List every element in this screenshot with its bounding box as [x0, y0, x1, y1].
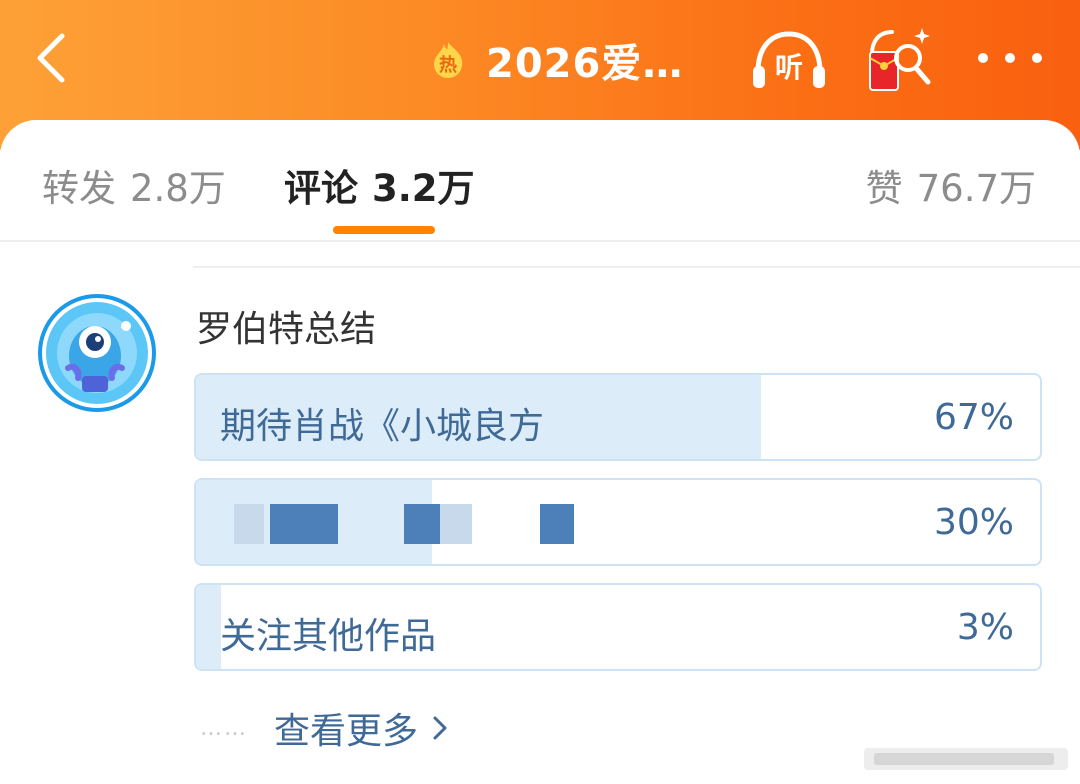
- tab-repost-count: 2.8万: [130, 167, 226, 210]
- view-more-row[interactable]: …… 查看更多: [200, 706, 448, 752]
- redacted-block: [540, 504, 574, 544]
- more-dot: [1032, 53, 1042, 63]
- poll-option-percent: 67%: [933, 397, 1014, 438]
- redacted-block: [270, 504, 338, 544]
- tab-like-count: 76.7万: [916, 167, 1036, 210]
- poll-option[interactable]: 期待肖战《小城良方 67%: [194, 373, 1042, 461]
- ellipsis-dots: ……: [200, 715, 248, 741]
- poll-option[interactable]: 关注其他作品 3%: [194, 583, 1042, 671]
- tab-comment-label: 评论: [284, 167, 358, 210]
- listen-label: 听: [775, 51, 803, 84]
- divider: [193, 266, 1080, 268]
- chevron-right-icon: [433, 716, 447, 740]
- tab-repost-label: 转发: [42, 167, 116, 210]
- redacted-block: [404, 504, 440, 544]
- poll-option-fill: [196, 585, 222, 669]
- more-icon[interactable]: [978, 46, 1042, 70]
- listen-icon[interactable]: 听: [750, 28, 828, 92]
- poll-option[interactable]: 30%: [194, 478, 1042, 566]
- avatar[interactable]: [38, 294, 156, 412]
- more-dot: [1005, 53, 1015, 63]
- tab-bar: 转发 2.8万 评论 3.2万 赞 76.7万: [0, 120, 1080, 242]
- title-group[interactable]: 热 2026爱…: [428, 34, 684, 87]
- red-packet-icon[interactable]: [864, 24, 934, 94]
- tab-comment[interactable]: 评论 3.2万: [284, 158, 475, 212]
- comment-sheet: 转发 2.8万 评论 3.2万 赞 76.7万 罗伯特总结 期待肖战《小城良方 67%: [0, 120, 1080, 784]
- more-dot: [978, 53, 988, 63]
- redacted-block: [440, 504, 472, 544]
- hot-badge-icon: 热: [434, 42, 463, 78]
- comment-username[interactable]: 罗伯特总结: [196, 300, 376, 352]
- hot-badge-text: 热: [439, 54, 457, 76]
- tab-repost[interactable]: 转发 2.8万: [42, 158, 226, 212]
- redacted-block: [234, 504, 264, 544]
- poll-option-label: 期待肖战《小城良方: [220, 406, 545, 447]
- poll-option-percent: 30%: [933, 502, 1014, 543]
- tab-like-label: 赞: [865, 167, 903, 210]
- watermark-icon: [864, 748, 1068, 770]
- page-title: 2026爱…: [486, 41, 684, 87]
- tab-comment-count: 3.2万: [372, 167, 475, 210]
- active-tab-indicator: [333, 226, 435, 234]
- tab-like[interactable]: 赞 76.7万: [866, 158, 1036, 212]
- back-icon[interactable]: [28, 28, 76, 88]
- view-more-link[interactable]: 查看更多: [274, 702, 418, 754]
- poll-option-percent: 3%: [956, 607, 1014, 648]
- poll-option-label: 关注其他作品: [220, 616, 437, 657]
